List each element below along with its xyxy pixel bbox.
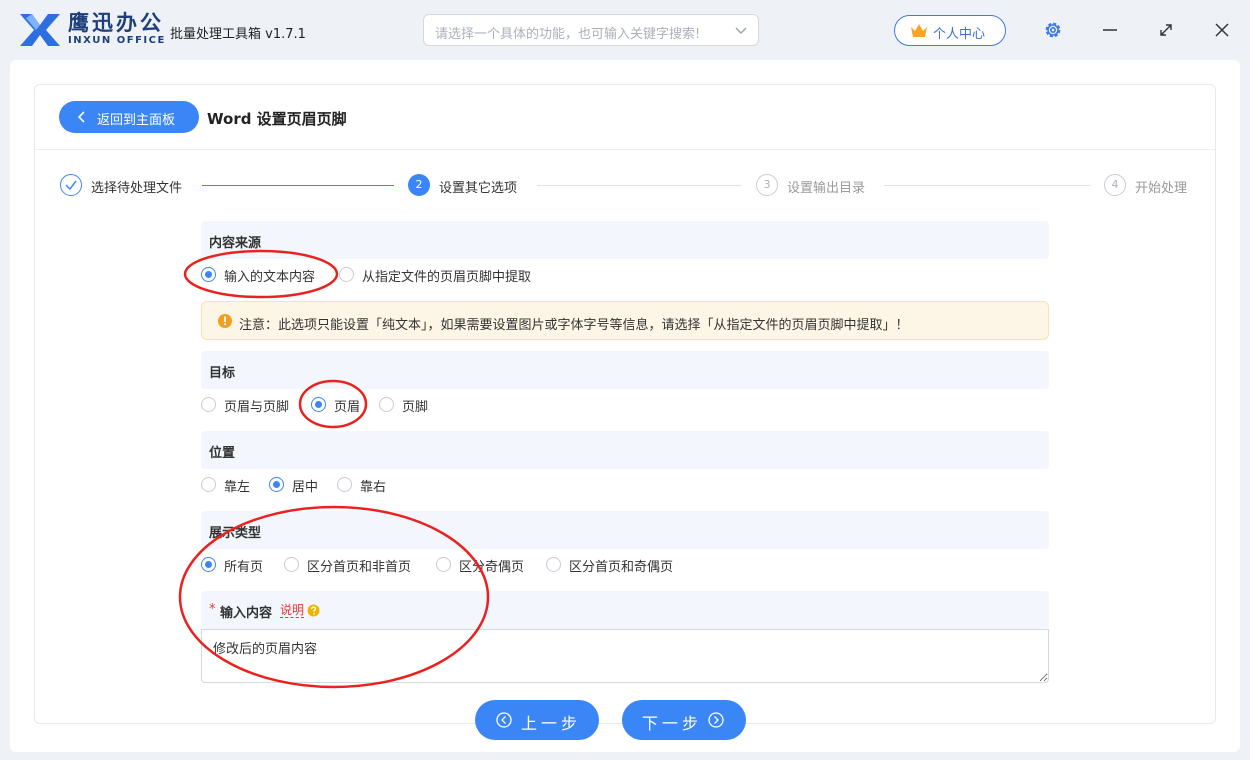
radio-checked[interactable] bbox=[201, 267, 216, 282]
chevron-down-icon[interactable] bbox=[734, 22, 748, 38]
radio-label: 所有页 bbox=[224, 556, 263, 575]
notice-banner: 注意：此选项只能设置「纯文本」，如果需要设置图片或字体字号等信息，请选择「从指定… bbox=[201, 301, 1049, 340]
radio-label: 区分首页和奇偶页 bbox=[569, 556, 673, 575]
radio-position-right[interactable]: 靠右 bbox=[337, 476, 397, 494]
user-center-label: 个人中心 bbox=[933, 23, 985, 42]
radio-label: 靠左 bbox=[224, 476, 250, 495]
radio-checked[interactable] bbox=[201, 557, 216, 572]
maximize-icon[interactable] bbox=[1154, 18, 1178, 42]
radio-unchecked[interactable] bbox=[201, 397, 216, 412]
radio-label: 从指定文件的页眉页脚中提取 bbox=[362, 266, 531, 285]
help-icon[interactable] bbox=[307, 604, 320, 617]
radio-checked[interactable] bbox=[269, 477, 284, 492]
title-bar: 鹰迅办公 INXUN OFFICE 批量处理工具箱 v1.7.1 请选择一个具体… bbox=[0, 0, 1250, 60]
back-label: 返回到主面板 bbox=[97, 109, 175, 128]
section-title: 内容来源 bbox=[209, 232, 261, 251]
step-2-num: 2 bbox=[408, 178, 430, 191]
display-type-header: 展示类型 bbox=[201, 511, 1049, 549]
radio-checked[interactable] bbox=[311, 397, 326, 412]
user-center-button[interactable]: 个人中心 bbox=[894, 15, 1006, 46]
required-mark: * bbox=[209, 602, 216, 617]
app-name: 批量处理工具箱 v1.7.1 bbox=[170, 23, 306, 42]
radio-display-first-odd-even[interactable]: 区分首页和奇偶页 bbox=[546, 556, 686, 574]
next-step-button[interactable]: 下一步 bbox=[622, 700, 746, 740]
target-header: 目标 bbox=[201, 351, 1049, 389]
section-title: 展示类型 bbox=[209, 522, 261, 541]
radio-position-center[interactable]: 居中 bbox=[269, 476, 329, 494]
brand: 鹰迅办公 INXUN OFFICE bbox=[68, 11, 166, 47]
radio-label: 输入的文本内容 bbox=[224, 266, 315, 285]
radio-label: 页眉与页脚 bbox=[224, 396, 289, 415]
radio-source-file[interactable]: 从指定文件的页眉页脚中提取 bbox=[339, 266, 549, 284]
step-4-num: 4 bbox=[1105, 178, 1125, 191]
chevron-left-icon bbox=[75, 110, 89, 124]
section-title: 位置 bbox=[209, 442, 235, 461]
radio-unchecked[interactable] bbox=[337, 477, 352, 492]
page-title: Word 设置页眉页脚 bbox=[207, 108, 347, 129]
radio-label: 居中 bbox=[292, 476, 318, 495]
explain-link[interactable]: 说明 bbox=[280, 603, 304, 618]
warning-icon bbox=[217, 313, 233, 329]
header-content-textarea[interactable]: 修改后的页眉内容 bbox=[201, 629, 1049, 683]
step-1-label: 选择待处理文件 bbox=[91, 177, 182, 196]
radio-target-footer[interactable]: 页脚 bbox=[379, 396, 439, 414]
radio-target-both[interactable]: 页眉与页脚 bbox=[201, 396, 301, 414]
radio-label: 区分奇偶页 bbox=[459, 556, 524, 575]
gear-icon[interactable] bbox=[1043, 20, 1063, 40]
position-header: 位置 bbox=[201, 431, 1049, 469]
radio-unchecked[interactable] bbox=[436, 557, 451, 572]
chevron-right-circle-icon bbox=[708, 712, 724, 728]
section-title: 目标 bbox=[209, 362, 235, 381]
step-3-number: 3 bbox=[756, 174, 778, 196]
back-to-dashboard-button[interactable]: 返回到主面板 bbox=[59, 101, 199, 133]
radio-label: 区分首页和非首页 bbox=[307, 556, 411, 575]
step-connector bbox=[202, 185, 394, 186]
step-connector bbox=[884, 185, 1090, 186]
radio-source-text[interactable]: 输入的文本内容 bbox=[201, 266, 326, 284]
step-4-label: 开始处理 bbox=[1135, 177, 1187, 196]
notice-text: 注意：此选项只能设置「纯文本」，如果需要设置图片或字体字号等信息，请选择「从指定… bbox=[239, 314, 909, 333]
prev-step-label: 上一步 bbox=[521, 710, 581, 734]
input-content-header: * 输入内容 说明 bbox=[201, 591, 1049, 629]
inxun-logo-icon bbox=[18, 12, 62, 48]
next-step-label: 下一步 bbox=[642, 710, 702, 734]
step-2-number: 2 bbox=[408, 174, 430, 196]
content-source-header: 内容来源 bbox=[201, 221, 1049, 259]
radio-label: 页脚 bbox=[402, 396, 428, 415]
radio-unchecked[interactable] bbox=[284, 557, 299, 572]
radio-position-left[interactable]: 靠左 bbox=[201, 476, 261, 494]
step-connector bbox=[537, 185, 742, 186]
search-placeholder: 请选择一个具体的功能，也可输入关键字搜索! bbox=[435, 23, 700, 42]
radio-display-first[interactable]: 区分首页和非首页 bbox=[284, 556, 424, 574]
prev-step-button[interactable]: 上一步 bbox=[475, 700, 599, 740]
radio-display-odd-even[interactable]: 区分奇偶页 bbox=[436, 556, 536, 574]
radio-unchecked[interactable] bbox=[546, 557, 561, 572]
chevron-left-circle-icon bbox=[496, 712, 512, 728]
step-3-label: 设置输出目录 bbox=[787, 177, 865, 196]
radio-display-all[interactable]: 所有页 bbox=[201, 556, 273, 574]
radio-unchecked[interactable] bbox=[201, 477, 216, 492]
step-4-number: 4 bbox=[1104, 174, 1126, 196]
step-1-check-icon bbox=[60, 174, 82, 196]
step-3-num: 3 bbox=[757, 178, 777, 191]
radio-label: 靠右 bbox=[360, 476, 386, 495]
close-icon[interactable] bbox=[1210, 18, 1234, 42]
crown-icon bbox=[910, 23, 928, 39]
function-search[interactable]: 请选择一个具体的功能，也可输入关键字搜索! bbox=[423, 14, 759, 46]
radio-label: 页眉 bbox=[334, 396, 360, 415]
brand-name: 鹰迅办公 bbox=[68, 11, 166, 35]
radio-unchecked[interactable] bbox=[379, 397, 394, 412]
radio-unchecked[interactable] bbox=[339, 267, 354, 282]
minimize-icon[interactable] bbox=[1098, 18, 1122, 42]
input-title: 输入内容 bbox=[220, 602, 272, 621]
radio-target-header[interactable]: 页眉 bbox=[311, 396, 371, 414]
brand-name-en: INXUN OFFICE bbox=[68, 35, 166, 47]
step-2-label: 设置其它选项 bbox=[439, 177, 517, 196]
divider bbox=[35, 149, 1215, 150]
